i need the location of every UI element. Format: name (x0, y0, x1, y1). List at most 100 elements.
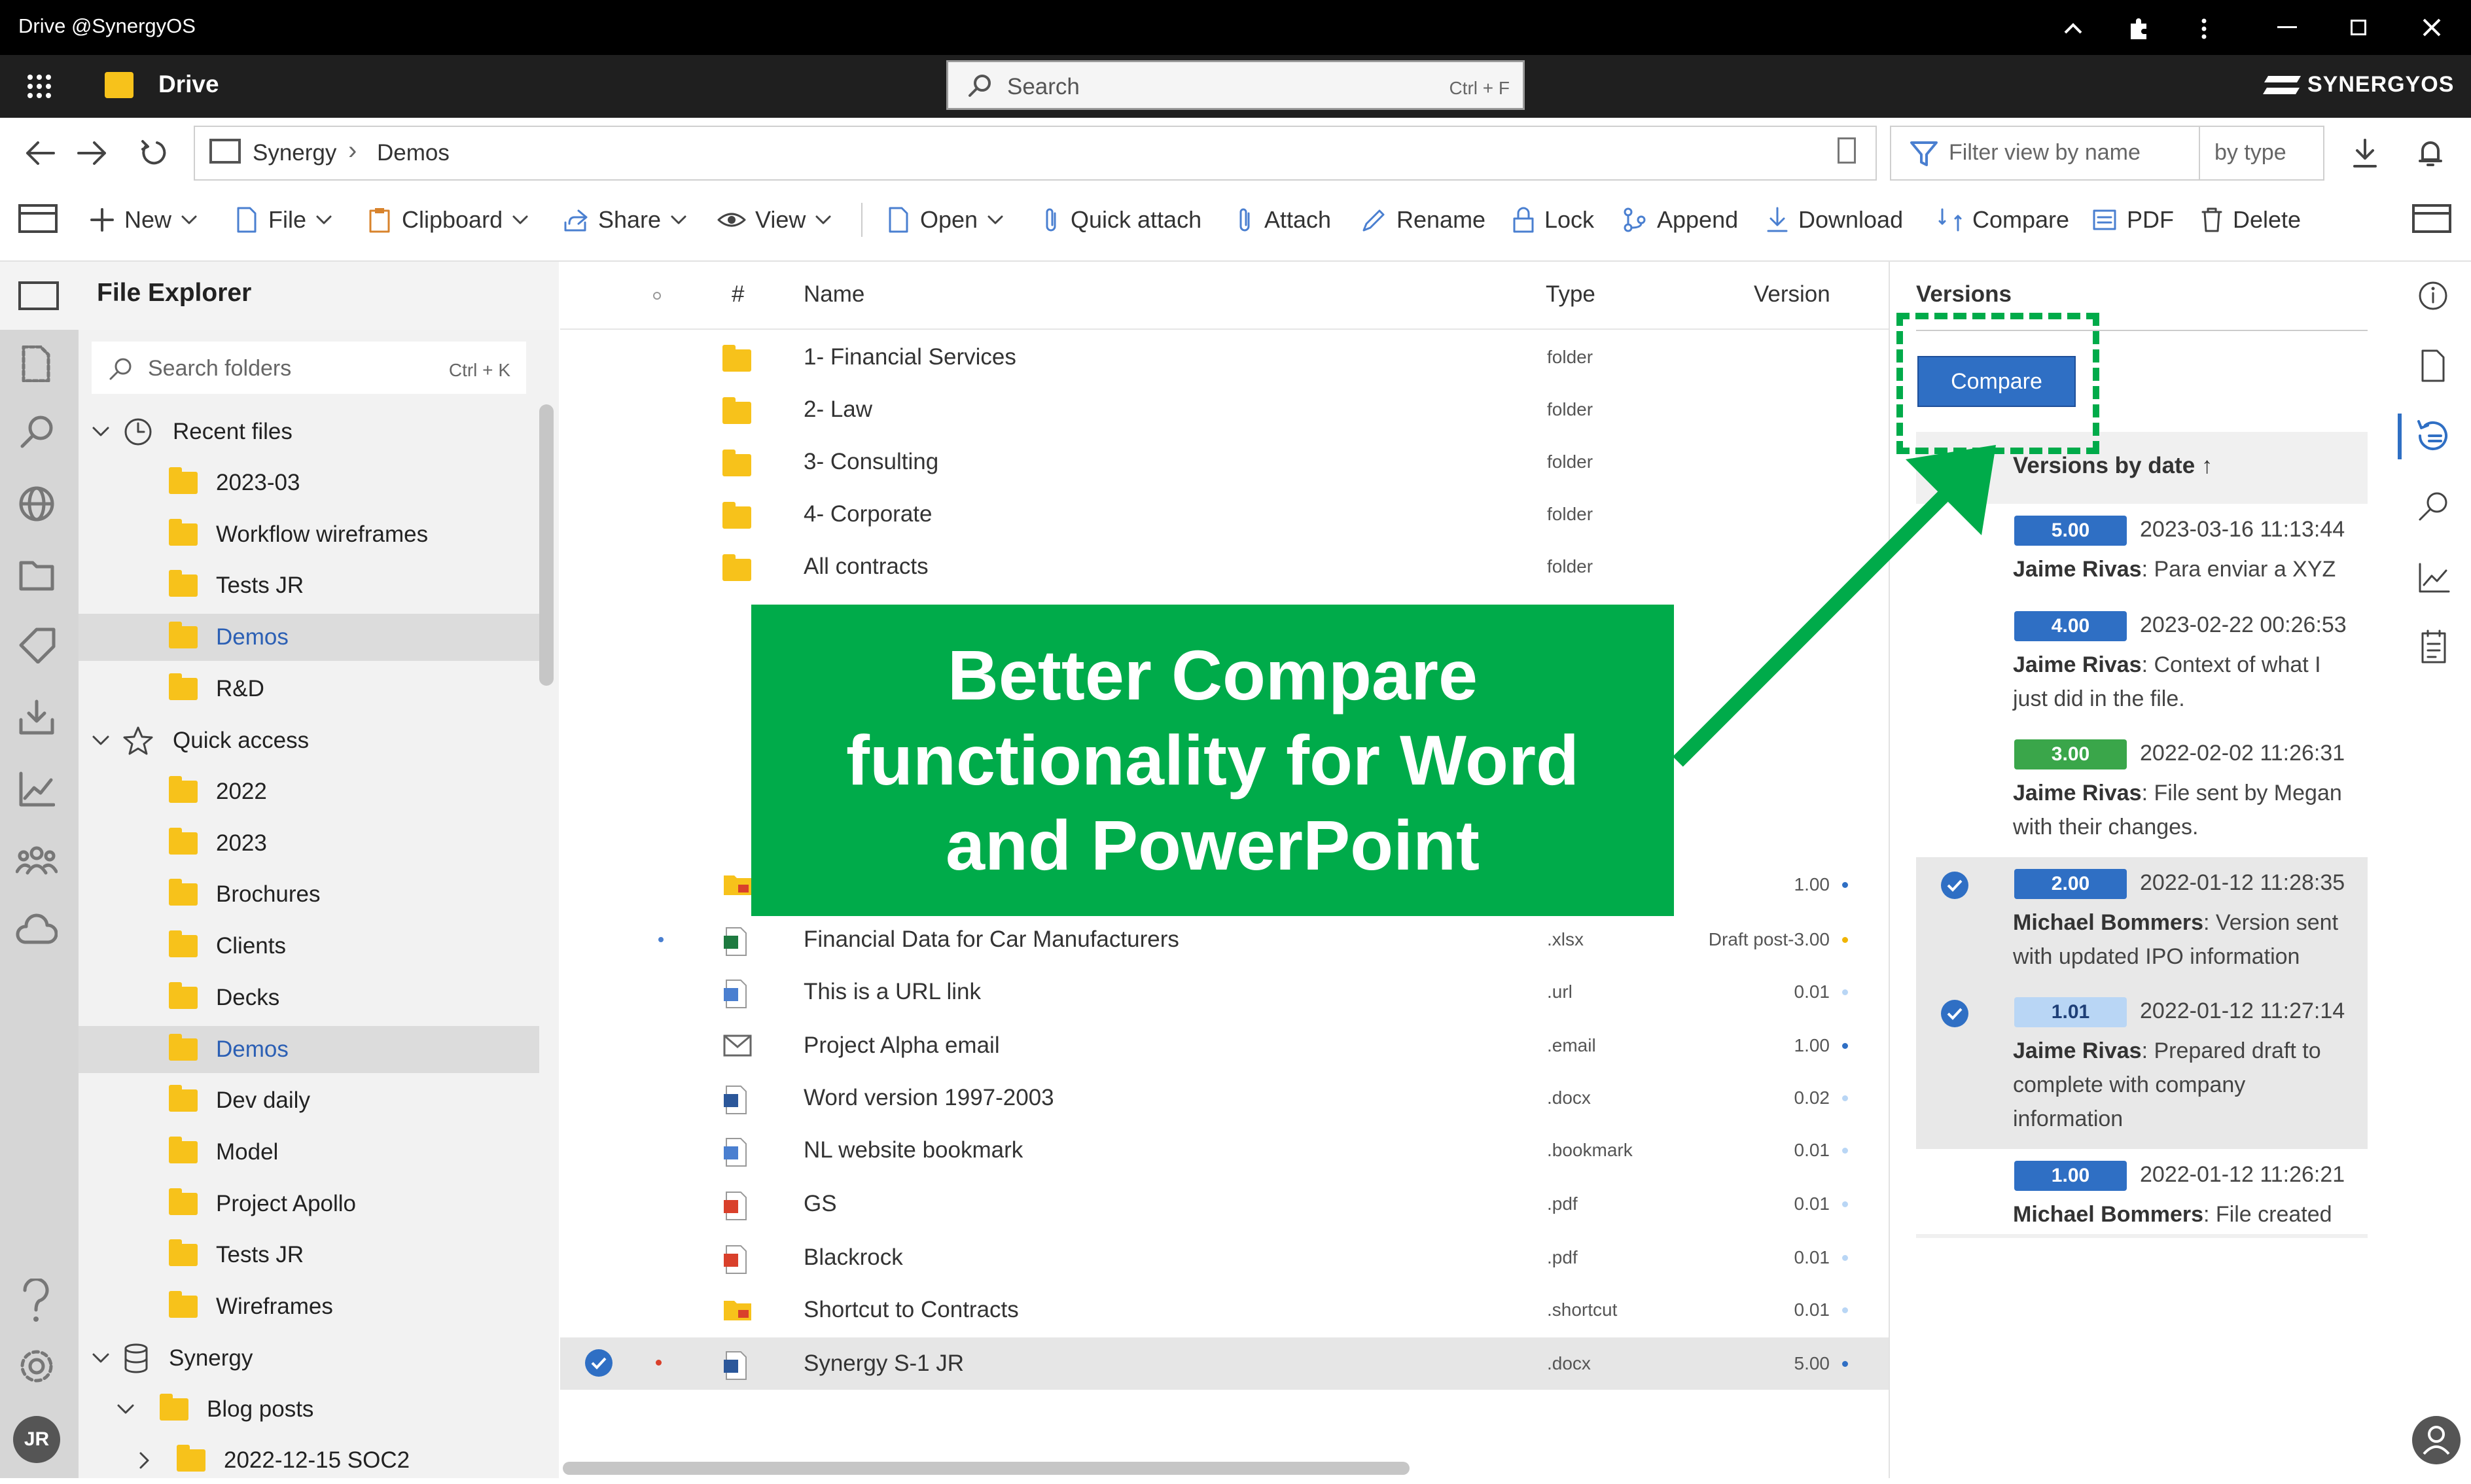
tree-item[interactable]: Clients (79, 923, 539, 970)
close-icon[interactable] (2421, 17, 2442, 38)
more-icon[interactable] (2197, 17, 2211, 41)
tree-item[interactable]: Demos (79, 1025, 539, 1073)
column-hash[interactable]: # (732, 281, 744, 308)
explorer-scrollbar[interactable] (539, 404, 554, 686)
settings-icon[interactable] (17, 1347, 56, 1386)
people-icon[interactable] (16, 841, 58, 878)
lock-button[interactable]: Lock (1512, 196, 1594, 243)
by-type-select[interactable]: by type (2214, 140, 2286, 166)
tree-item[interactable]: 2022 (79, 768, 539, 815)
download-icon[interactable] (2352, 139, 2378, 169)
info-icon[interactable] (2417, 280, 2449, 311)
tree-item[interactable]: R&D (79, 665, 539, 713)
collapse-icon[interactable] (2061, 17, 2085, 41)
notification-icon[interactable] (2417, 139, 2444, 169)
append-button[interactable]: Append (1622, 196, 1738, 243)
column-type[interactable]: Type (1546, 281, 1595, 308)
back-icon[interactable] (25, 140, 55, 166)
tree-item[interactable]: Wireframes (79, 1283, 539, 1330)
table-row[interactable]: Blackrock .pdf 0.01 (560, 1231, 1889, 1284)
help-icon[interactable] (20, 1279, 52, 1324)
breadcrumb-item[interactable]: Synergy (253, 140, 336, 166)
table-row[interactable]: This is a URL link .url 0.01 (560, 966, 1889, 1018)
clipboard-button[interactable]: Clipboard (366, 196, 538, 243)
versions-sort[interactable]: Versions by date ↑ (2013, 453, 2213, 479)
maximize-icon[interactable] (2351, 20, 2366, 35)
delete-button[interactable]: Delete (2200, 196, 2301, 243)
tree-item[interactable]: Blog posts (79, 1386, 539, 1433)
tree-item[interactable]: Tests JR (79, 562, 539, 609)
select-all-dot[interactable] (653, 292, 661, 300)
chart-icon[interactable] (18, 771, 55, 807)
refresh-icon[interactable] (140, 137, 170, 168)
search-input[interactable]: Search Ctrl + F (946, 60, 1525, 110)
document-icon[interactable] (2420, 349, 2446, 382)
attach-button[interactable]: Attach (1236, 196, 1331, 243)
list-scrollbar[interactable] (563, 1462, 1410, 1475)
table-row[interactable]: 1- Financial Services folder (560, 331, 1889, 383)
search-icon[interactable] (2417, 489, 2450, 522)
version-item[interactable]: 2.00 2022-01-12 11:28:35 Michael Bommers: … (1916, 857, 2368, 985)
notes-icon[interactable] (2420, 629, 2447, 663)
table-row[interactable]: Word version 1997-2003 .docx 0.02 (560, 1072, 1889, 1124)
tree-item[interactable]: Dev daily (79, 1077, 539, 1124)
document-icon[interactable] (1838, 137, 1856, 164)
file-menu-button[interactable]: File (233, 196, 342, 243)
tree-item[interactable]: Model (79, 1129, 539, 1176)
chart-icon[interactable] (2417, 561, 2450, 594)
versions-history-icon[interactable] (2415, 417, 2451, 454)
row-checkbox[interactable] (585, 1349, 613, 1377)
column-name[interactable]: Name (804, 281, 864, 308)
pdf-button[interactable]: PDF (2091, 196, 2174, 243)
tree-item[interactable]: Project Apollo (79, 1180, 539, 1228)
tree-item[interactable]: Workflow wireframes (79, 511, 539, 558)
avatar[interactable]: JR (13, 1416, 60, 1463)
panel-toggle-icon[interactable] (18, 204, 58, 233)
tree-item[interactable]: 2023 (79, 820, 539, 867)
compare-button[interactable]: Compare (1937, 196, 2069, 243)
details-panel-toggle-icon[interactable] (2412, 204, 2451, 233)
folder-search-input[interactable]: Search folders Ctrl + K (92, 342, 526, 394)
table-row[interactable]: Shortcut to Contracts .shortcut 0.01 (560, 1284, 1889, 1336)
tree-item[interactable]: Brochures (79, 871, 539, 918)
app-launcher-icon[interactable] (26, 73, 52, 99)
table-row[interactable]: Synergy S-1 JR .docx 5.00 (560, 1337, 1889, 1390)
minimize-icon[interactable] (2277, 26, 2297, 28)
view-button[interactable]: View (717, 196, 841, 243)
table-row[interactable]: 2- Law folder (560, 383, 1889, 436)
tree-group-recent[interactable]: Recent files (79, 408, 539, 455)
tree-group-synergy[interactable]: Synergy (79, 1335, 539, 1382)
search-icon[interactable] (18, 414, 55, 450)
table-row[interactable]: GS .pdf 0.01 (560, 1178, 1889, 1230)
rename-button[interactable]: Rename (1361, 196, 1485, 243)
folder-outline-icon[interactable] (18, 281, 59, 310)
user-avatar-icon[interactable] (2412, 1416, 2461, 1464)
tree-item[interactable]: 2023-03 (79, 459, 539, 506)
download-button[interactable]: Download (1766, 196, 1903, 243)
table-row[interactable]: Project Alpha email .email 1.00 (560, 1019, 1889, 1072)
open-button[interactable]: Open (885, 196, 1013, 243)
version-checkbox[interactable] (1941, 872, 1968, 899)
forward-icon[interactable] (77, 140, 107, 166)
version-checkbox[interactable] (1941, 1000, 1968, 1027)
version-item[interactable]: 1.01 2022-01-12 11:27:14 Jaime Rivas: Prep… (1916, 985, 2368, 1149)
column-version[interactable]: Version (1754, 281, 1830, 308)
table-row[interactable]: NL website bookmark .bookmark 0.01 (560, 1124, 1889, 1176)
tree-item[interactable]: Demos (79, 614, 539, 662)
tree-item[interactable]: Decks (79, 974, 539, 1021)
new-document-icon[interactable] (20, 345, 52, 382)
breadcrumb-item[interactable]: Demos (377, 140, 450, 166)
quick-attach-button[interactable]: Quick attach (1042, 196, 1201, 243)
filter-input[interactable]: Filter view by name by type (1890, 126, 2324, 181)
tree-item[interactable]: 2022-12-15 SOC2 (79, 1437, 539, 1484)
table-row[interactable]: Financial Data for Car Manufacturers .xls… (560, 913, 1889, 966)
globe-icon[interactable] (18, 486, 55, 522)
extensions-icon[interactable] (2125, 16, 2150, 41)
tag-icon[interactable] (18, 627, 58, 663)
folder-search-icon[interactable] (18, 557, 58, 594)
share-button[interactable]: Share (563, 196, 696, 243)
version-item[interactable]: 1.00 2022-01-12 11:26:21 Michael Bommers: … (1916, 1149, 2368, 1234)
inbox-icon[interactable] (18, 699, 55, 735)
tree-item[interactable]: Tests JR (79, 1231, 539, 1279)
tree-group-quick-access[interactable]: Quick access (79, 717, 539, 764)
